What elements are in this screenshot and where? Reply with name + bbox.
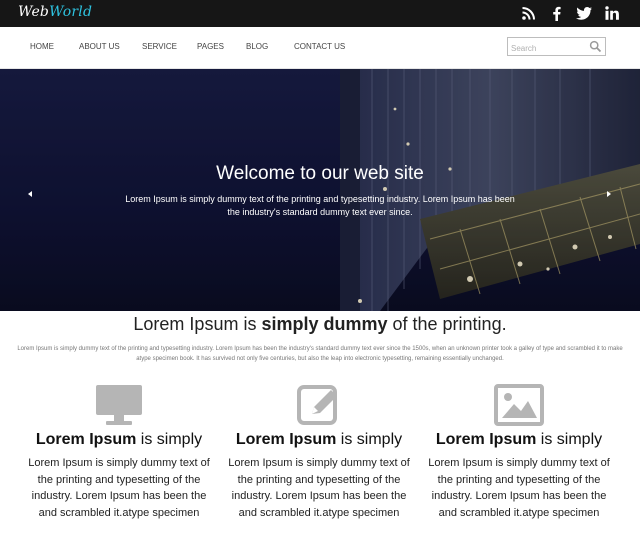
right-arrow-icon[interactable]: [604, 186, 614, 197]
intro-heading-post: of the printing.: [387, 314, 507, 334]
left-arrow-icon[interactable]: [25, 186, 35, 197]
feature-card-edit: Lorem Ipsum is simply Lorem Ipsum is sim…: [221, 384, 417, 521]
nav-item-service[interactable]: SERVICE: [142, 42, 197, 51]
nav-item-contact-us[interactable]: CONTACT US: [294, 42, 345, 51]
feature-title-rest: is simply: [136, 431, 203, 448]
feature-card-image: Lorem Ipsum is simply Lorem Ipsum is sim…: [421, 384, 617, 521]
nav-menu: HOME ABOUT US SERVICE PAGES BLOG CONTACT…: [30, 42, 345, 51]
top-bar: WebWorld: [0, 0, 640, 27]
search-input[interactable]: [508, 40, 588, 57]
intro-heading-pre: Lorem Ipsum is: [133, 314, 262, 334]
logo-text-web: Web: [18, 4, 50, 20]
rss-icon[interactable]: [520, 4, 536, 22]
site-logo[interactable]: WebWorld: [18, 4, 92, 20]
hero-slider: Welcome to our web site Lorem Ipsum is s…: [0, 69, 640, 311]
nav-item-about-us[interactable]: ABOUT US: [79, 42, 142, 51]
social-links: [520, 4, 620, 22]
hero-text: Lorem Ipsum is simply dummy text of the …: [125, 194, 515, 217]
intro-heading-bold: simply dummy: [261, 314, 388, 334]
edit-icon: [294, 384, 344, 426]
twitter-icon[interactable]: [576, 4, 592, 22]
feature-title: Lorem Ipsum is simply: [221, 431, 417, 449]
intro-heading: Lorem Ipsum is simply dummy of the print…: [0, 314, 640, 335]
feature-card-monitor: Lorem Ipsum is simply Lorem Ipsum is sim…: [21, 384, 217, 521]
search-box: [507, 37, 606, 57]
facebook-icon[interactable]: [548, 4, 564, 22]
feature-title: Lorem Ipsum is simply: [21, 431, 217, 449]
feature-text: Lorem Ipsum is simply dummy text of the …: [228, 457, 410, 519]
feature-title-rest: is simply: [336, 431, 403, 448]
monitor-icon: [94, 384, 144, 426]
hero-background-image: [0, 69, 640, 311]
feature-title-bold: Lorem Ipsum: [35, 431, 137, 448]
feature-title: Lorem Ipsum is simply: [421, 431, 617, 449]
feature-title-bold: Lorem Ipsum: [235, 431, 337, 448]
image-icon: [494, 384, 544, 426]
nav-item-pages[interactable]: PAGES: [197, 42, 246, 51]
feature-text: Lorem Ipsum is simply dummy text of the …: [428, 457, 610, 519]
main-navbar: HOME ABOUT US SERVICE PAGES BLOG CONTACT…: [0, 27, 640, 69]
nav-item-blog[interactable]: BLOG: [246, 42, 294, 51]
search-icon[interactable]: [589, 40, 602, 53]
hero-title: Welcome to our web site: [216, 163, 424, 184]
intro-paragraph: Lorem Ipsum is simply dummy text of the …: [17, 346, 623, 362]
logo-text-world: World: [49, 4, 93, 20]
feature-text: Lorem Ipsum is simply dummy text of the …: [28, 457, 210, 519]
feature-title-rest: is simply: [536, 431, 603, 448]
nav-item-home[interactable]: HOME: [30, 42, 79, 51]
feature-title-bold: Lorem Ipsum: [435, 431, 537, 448]
linkedin-icon[interactable]: [604, 4, 620, 22]
